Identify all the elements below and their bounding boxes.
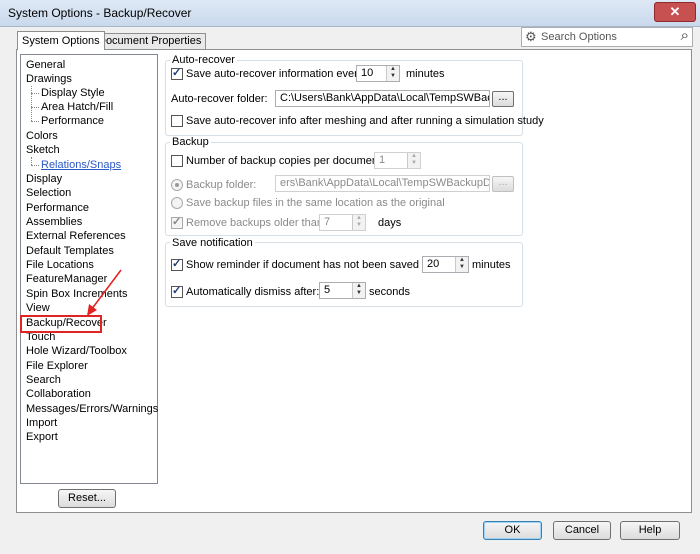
tree-item-drawings[interactable]: Drawings xyxy=(26,72,72,86)
title-bar: System Options - Backup/Recover ✕ xyxy=(0,0,700,27)
spin-arrows-icon[interactable]: ▲ ▼ xyxy=(407,153,420,168)
auto-recover-title: Auto-recover xyxy=(170,54,237,66)
search-icon[interactable]: ⌕ xyxy=(681,27,689,44)
reset-button[interactable]: Reset... xyxy=(58,489,116,508)
auto-dismiss-checkbox[interactable] xyxy=(171,284,183,298)
tree-item-assemblies[interactable]: Assemblies xyxy=(26,215,82,229)
spin-arrows-icon[interactable]: ▲ ▼ xyxy=(352,283,365,298)
save-after-meshing-label: Save auto-recover info after meshing and… xyxy=(186,115,544,127)
save-notification-title: Save notification xyxy=(170,237,255,249)
tab-system-options[interactable]: System Options xyxy=(17,31,105,50)
backup-copies-label: Number of backup copies per document: xyxy=(186,155,385,167)
tree-item-area-hatch-fill[interactable]: Area Hatch/Fill xyxy=(41,100,113,114)
spin-arrows-icon[interactable]: ▲ ▼ xyxy=(352,215,365,230)
gear-icon[interactable]: ⚙ xyxy=(525,29,537,45)
auto-recover-interval-unit: minutes xyxy=(406,68,445,80)
auto-dismiss-unit: seconds xyxy=(369,286,410,298)
remove-backups-label: Remove backups older than xyxy=(186,217,323,229)
auto-dismiss-spinner[interactable]: 5 ▲ ▼ xyxy=(319,282,366,299)
tree-item-messages-errors-warnings[interactable]: Messages/Errors/Warnings xyxy=(26,402,158,416)
tree-connector xyxy=(31,93,39,94)
show-reminder-label: Show reminder if document has not been s… xyxy=(186,259,438,271)
tree-item-search[interactable]: Search xyxy=(26,373,61,387)
tree-connector xyxy=(31,165,39,166)
tree-item-display[interactable]: Display xyxy=(26,172,62,186)
backup-title: Backup xyxy=(170,136,211,148)
tree-item-drawing-performance[interactable]: Performance xyxy=(41,114,104,128)
tree-item-display-style[interactable]: Display Style xyxy=(41,86,105,100)
auto-dismiss-value: 5 xyxy=(324,284,331,296)
tree-item-colors[interactable]: Colors xyxy=(26,129,58,143)
backup-browse-button[interactable]: ... xyxy=(492,176,514,192)
tree-item-sketch[interactable]: Sketch xyxy=(26,143,60,157)
annotation-arrow-icon xyxy=(87,269,122,316)
tree-item-export[interactable]: Export xyxy=(26,430,58,444)
ok-button[interactable]: OK xyxy=(483,521,542,540)
auto-recover-browse-button[interactable]: ... xyxy=(492,91,514,107)
tree-item-default-templates[interactable]: Default Templates xyxy=(26,244,114,258)
show-reminder-checkbox[interactable] xyxy=(171,257,183,271)
tree-connector xyxy=(31,107,39,108)
tree-item-relations-snaps[interactable]: Relations/Snaps xyxy=(41,158,121,172)
tree-item-selection[interactable]: Selection xyxy=(26,186,71,200)
tree-connector xyxy=(31,121,39,122)
remove-backups-value: 7 xyxy=(324,216,331,228)
auto-recover-folder-input[interactable]: C:\Users\Bank\AppData\Local\TempSWBackup… xyxy=(275,90,490,107)
tree-item-collaboration[interactable]: Collaboration xyxy=(26,387,91,401)
search-placeholder: Search Options xyxy=(541,31,617,43)
tree-item-general[interactable]: General xyxy=(26,58,65,72)
auto-recover-folder-value: C:\Users\Bank\AppData\Local\TempSWBackup… xyxy=(280,92,489,104)
tree-item-external-references[interactable]: External References xyxy=(26,229,126,243)
backup-copies-value: 1 xyxy=(379,154,386,166)
backup-copies-checkbox[interactable] xyxy=(171,155,183,167)
spin-arrows-icon[interactable]: ▲ ▼ xyxy=(455,257,468,272)
reminder-interval-spinner[interactable]: 20 ▲ ▼ xyxy=(422,256,469,273)
auto-recover-interval-value: 10 xyxy=(361,67,374,79)
backup-folder-input[interactable]: ers\Bank\AppData\Local\TempSWBackupDirec… xyxy=(275,175,490,192)
auto-recover-folder-label: Auto-recover folder: xyxy=(171,93,268,105)
tree-item-import[interactable]: Import xyxy=(26,416,57,430)
reminder-interval-value: 20 xyxy=(427,258,440,270)
spin-arrows-icon[interactable]: ▲ ▼ xyxy=(386,66,399,81)
save-after-meshing-checkbox[interactable] xyxy=(171,115,183,127)
remove-backups-checkbox[interactable] xyxy=(171,215,183,229)
backup-copies-spinner[interactable]: 1 ▲ ▼ xyxy=(374,152,421,169)
save-auto-recover-checkbox[interactable] xyxy=(171,66,183,80)
search-box[interactable]: ⚙ Search Options ⌕ xyxy=(521,27,693,47)
backup-folder-radio[interactable] xyxy=(171,179,183,191)
tree-item-hole-wizard-toolbox[interactable]: Hole Wizard/Toolbox xyxy=(26,344,127,358)
tree-item-file-locations[interactable]: File Locations xyxy=(26,258,94,272)
same-location-label: Save backup files in the same location a… xyxy=(186,197,445,209)
remove-backups-spinner[interactable]: 7 ▲ ▼ xyxy=(319,214,366,231)
tree-connector xyxy=(31,157,32,165)
tree-item-performance[interactable]: Performance xyxy=(26,201,89,215)
tree-item-view[interactable]: View xyxy=(26,301,50,315)
window-title: System Options - Backup/Recover xyxy=(8,6,192,20)
help-button[interactable]: Help xyxy=(620,521,680,540)
tab-document-properties[interactable]: Document Properties xyxy=(93,33,207,49)
tree-item-file-explorer[interactable]: File Explorer xyxy=(26,359,88,373)
backup-folder-label: Backup folder: xyxy=(186,179,257,191)
tree-connector xyxy=(31,86,32,121)
cancel-button[interactable]: Cancel xyxy=(553,521,611,540)
same-location-radio[interactable] xyxy=(171,197,183,209)
reminder-interval-unit: minutes xyxy=(472,259,511,271)
auto-dismiss-label: Automatically dismiss after: xyxy=(186,286,320,298)
remove-backups-unit: days xyxy=(378,217,402,229)
save-auto-recover-label: Save auto-recover information every: xyxy=(186,68,367,80)
close-button[interactable]: ✕ xyxy=(654,2,696,22)
backup-folder-value: ers\Bank\AppData\Local\TempSWBackupDirec… xyxy=(280,177,489,189)
auto-recover-interval-spinner[interactable]: 10 ▲ ▼ xyxy=(356,65,400,82)
